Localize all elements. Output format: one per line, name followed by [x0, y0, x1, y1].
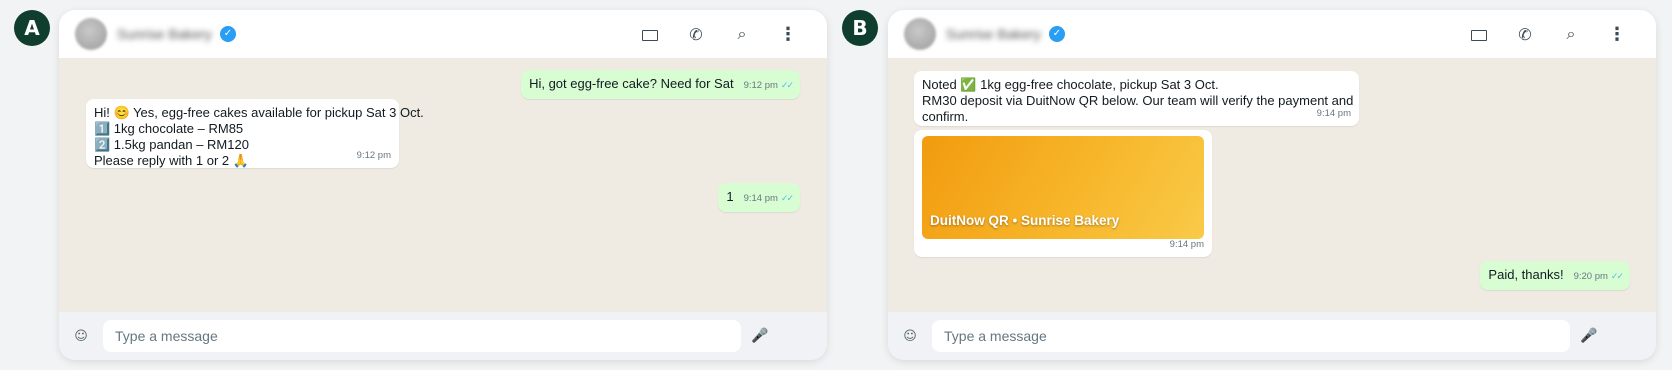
- chat-window-a: Sunrise Bakery ✓ ✆ ⌕ ⋮ Hi, got egg-free …: [59, 10, 827, 360]
- qr-caption: DuitNow QR • Sunrise Bakery: [930, 213, 1120, 228]
- outgoing-message[interactable]: Paid, thanks! 9:20 pm ✓✓: [1480, 261, 1630, 290]
- composer: ☺ 🎤: [888, 312, 1656, 360]
- verified-badge-icon: ✓: [219, 26, 236, 42]
- panel-b-badge: B: [842, 10, 878, 46]
- message-text: Paid, thanks!: [1488, 267, 1564, 282]
- read-receipt-icon: ✓✓: [780, 194, 794, 204]
- chat-header: Sunrise Bakery ✓ ✆ ⌕ ⋮: [59, 10, 827, 58]
- message-time: 9:12 pm: [356, 150, 391, 161]
- read-receipt-icon: ✓✓: [780, 81, 794, 91]
- chat-window-b: Sunrise Bakery ✓ ✆ ⌕ ⋮ Noted ✅ 1kg egg-f…: [888, 10, 1656, 360]
- incoming-message[interactable]: Hi! 😊 Yes, egg-free cakes available for …: [86, 99, 424, 168]
- composer: ☺ 🎤: [59, 312, 827, 360]
- contact-avatar[interactable]: [75, 18, 107, 50]
- message-meta: 9:20 pm ✓✓: [1573, 269, 1624, 285]
- message-input[interactable]: [103, 320, 741, 352]
- microphone-icon[interactable]: 🎤: [1570, 328, 1608, 344]
- message-time: 9:14 pm: [1316, 108, 1351, 119]
- outgoing-message[interactable]: Hi, got egg-free cake? Need for Sat 9:12…: [521, 70, 800, 99]
- message-list: Hi, got egg-free cake? Need for Sat 9:12…: [59, 58, 827, 312]
- message-text: Hi, got egg-free cake? Need for Sat: [529, 76, 734, 91]
- message-list: Noted ✅ 1kg egg-free chocolate, pickup S…: [888, 58, 1656, 312]
- voice-call-icon[interactable]: ✆: [1502, 25, 1548, 44]
- message-input[interactable]: [932, 320, 1570, 352]
- microphone-icon[interactable]: 🎤: [741, 328, 779, 344]
- menu-icon[interactable]: ⋮: [765, 24, 811, 45]
- contact-name[interactable]: Sunrise Bakery: [946, 26, 1041, 42]
- message-time: 9:14 pm: [743, 193, 778, 204]
- search-icon[interactable]: ⌕: [1548, 24, 1594, 44]
- menu-icon[interactable]: ⋮: [1594, 24, 1640, 45]
- voice-call-icon[interactable]: ✆: [673, 25, 719, 44]
- emoji-icon[interactable]: ☺: [888, 329, 932, 344]
- message-time: 9:14 pm: [1169, 239, 1204, 250]
- message-time: 9:12 pm: [743, 80, 778, 91]
- message-text-line: 1️⃣ 1kg chocolate – RM85: [94, 121, 244, 136]
- message-time: 9:20 pm: [1573, 271, 1608, 282]
- message-text-line: Please reply with 1 or 2 🙏: [94, 153, 249, 168]
- verified-badge-icon: ✓: [1048, 26, 1065, 42]
- message-meta: 9:12 pm ✓✓: [743, 78, 794, 94]
- message-text-line: confirm.: [922, 109, 969, 124]
- chat-header: Sunrise Bakery ✓ ✆ ⌕ ⋮: [888, 10, 1656, 58]
- message-meta: 9:14 pm ✓✓: [743, 191, 794, 207]
- emoji-icon[interactable]: ☺: [59, 329, 103, 344]
- outgoing-message[interactable]: 1 9:14 pm ✓✓: [718, 183, 800, 212]
- video-call-icon[interactable]: [1456, 25, 1502, 44]
- message-text-line: 2️⃣ 1.5kg pandan – RM120: [94, 137, 249, 152]
- message-text: 1: [726, 189, 734, 204]
- read-receipt-icon: ✓✓: [1610, 272, 1624, 282]
- panel-a-badge: A: [14, 10, 50, 46]
- message-text-line: Noted ✅ 1kg egg-free chocolate, pickup S…: [922, 77, 1219, 92]
- search-icon[interactable]: ⌕: [719, 24, 765, 44]
- video-call-icon[interactable]: [627, 25, 673, 44]
- contact-avatar[interactable]: [904, 18, 936, 50]
- message-text-line: Hi! 😊 Yes, egg-free cakes available for …: [94, 105, 424, 120]
- contact-name[interactable]: Sunrise Bakery: [117, 26, 212, 42]
- incoming-message[interactable]: Noted ✅ 1kg egg-free chocolate, pickup S…: [914, 71, 1359, 126]
- incoming-image-message[interactable]: DuitNow QR • Sunrise Bakery 9:14 pm: [914, 130, 1212, 257]
- message-text-line: RM30 deposit via DuitNow QR below. Our t…: [922, 93, 1354, 108]
- duitnow-qr-image[interactable]: DuitNow QR • Sunrise Bakery: [922, 136, 1204, 239]
